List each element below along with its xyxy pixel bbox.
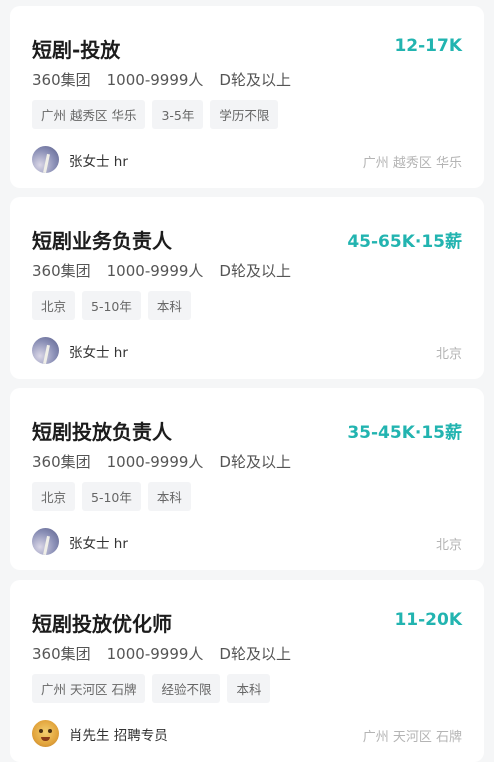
tag-education: 本科 [147,482,191,511]
tag-experience: 5-10年 [82,291,141,320]
job-card[interactable]: 短剧投放优化师 11-20K 360集团 1000-9999人 D轮及以上 广州 天… [10,580,484,762]
company-info: 360集团 1000-9999人 D轮及以上 [32,69,307,90]
company-size: 1000-9999人 [106,262,204,280]
job-title: 短剧投放优化师 [32,612,172,636]
company-size: 1000-9999人 [106,71,204,89]
salary-range: 12-17K [394,36,462,56]
tag-education: 本科 [147,291,191,320]
company-size: 1000-9999人 [106,645,204,663]
avatar [32,146,59,173]
job-card[interactable]: 短剧投放负责人 35-45K·15薪 360集团 1000-9999人 D轮及以上 … [10,388,484,570]
tag-experience: 经验不限 [152,674,221,703]
tag-education: 本科 [227,674,271,703]
recruiter-name: 张女士 hr [69,535,128,552]
company-name: 360集团 [32,71,91,89]
avatar [32,720,59,747]
recruiter-name: 张女士 hr [69,153,128,170]
tag-area: 北京 [32,291,76,320]
company-info: 360集团 1000-9999人 D轮及以上 [32,643,307,664]
job-title: 短剧投放负责人 [32,420,172,444]
company-info: 360集团 1000-9999人 D轮及以上 [32,260,307,281]
job-card[interactable]: 短剧-投放 12-17K 360集团 1000-9999人 D轮及以上 广州 越秀区… [10,6,484,188]
tag-area: 广州 天河区 石牌 [32,674,146,703]
avatar [32,528,59,555]
job-tags: 北京 5-10年 本科 [32,482,198,511]
company-name: 360集团 [32,262,91,280]
recruiter[interactable]: 张女士 hr [32,337,128,364]
salary-range: 11-20K [394,610,462,630]
job-location: 广州 越秀区 华乐 [362,156,462,171]
tag-experience: 3-5年 [152,100,204,129]
recruiter[interactable]: 张女士 hr [32,146,128,173]
company-name: 360集团 [32,645,91,663]
job-tags: 广州 越秀区 华乐 3-5年 学历不限 [32,100,285,129]
avatar [32,337,59,364]
job-location: 广州 天河区 石牌 [362,730,462,745]
tag-area: 广州 越秀区 华乐 [32,100,146,129]
recruiter[interactable]: 肖先生 招聘专员 [32,720,168,747]
recruiter[interactable]: 张女士 hr [32,528,128,555]
funding-stage: D轮及以上 [219,262,291,280]
recruiter-name: 张女士 hr [69,344,128,361]
funding-stage: D轮及以上 [219,71,291,89]
job-tags: 北京 5-10年 本科 [32,291,198,320]
company-info: 360集团 1000-9999人 D轮及以上 [32,451,307,472]
recruiter-name: 肖先生 招聘专员 [69,727,168,744]
funding-stage: D轮及以上 [219,645,291,663]
company-name: 360集团 [32,453,91,471]
job-location: 北京 [435,538,462,553]
job-title: 短剧-投放 [32,38,121,62]
job-location: 北京 [435,347,462,362]
job-title: 短剧业务负责人 [32,229,172,253]
job-card[interactable]: 短剧业务负责人 45-65K·15薪 360集团 1000-9999人 D轮及以上 … [10,197,484,379]
funding-stage: D轮及以上 [219,453,291,471]
tag-education: 学历不限 [210,100,279,129]
tag-area: 北京 [32,482,76,511]
salary-range: 45-65K·15薪 [347,232,462,252]
job-tags: 广州 天河区 石牌 经验不限 本科 [32,674,277,703]
company-size: 1000-9999人 [106,453,204,471]
salary-range: 35-45K·15薪 [347,423,462,443]
tag-experience: 5-10年 [82,482,141,511]
